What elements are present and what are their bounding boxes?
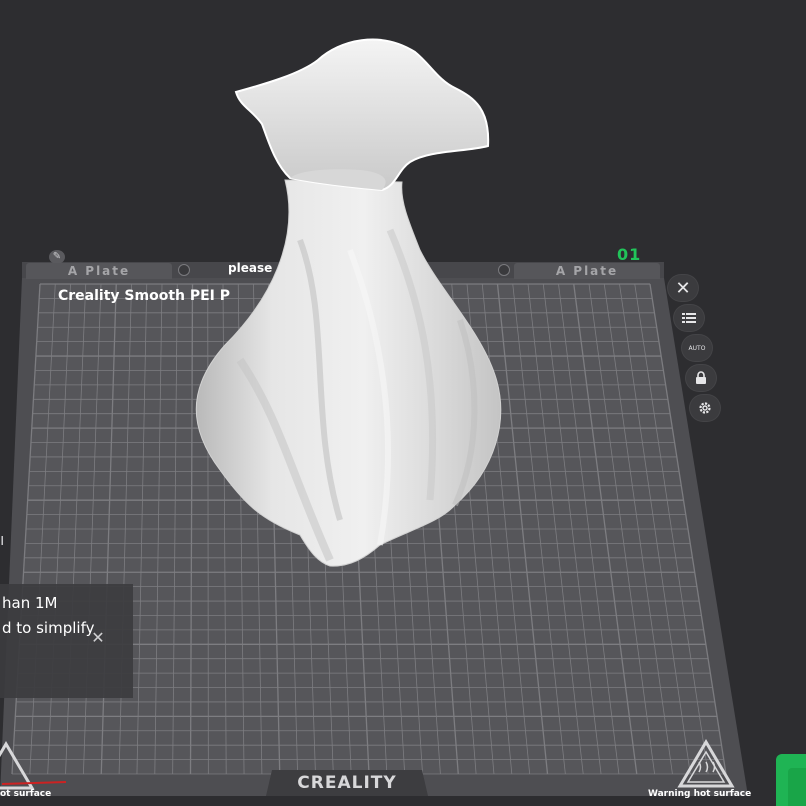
plate-toggle-left[interactable] [178,264,190,276]
plate-toggle-right[interactable] [498,264,510,276]
plate-tab-right[interactable]: A Plate [514,263,660,279]
list-icon[interactable] [674,305,704,331]
slice-button-inner [788,768,806,806]
pencil-icon[interactable]: ✎ [49,250,65,264]
close-icon[interactable]: ✕ [668,275,698,301]
warning-text-left: ot surface [0,789,52,799]
plate-number: 01 [617,245,642,264]
toast-line-1: han 1M [2,594,58,612]
toast-edge-text: ı [0,530,5,549]
auto-arrange-icon[interactable]: AUTO [682,335,712,361]
plate-tab-left[interactable]: A Plate [26,263,172,279]
toast-line-2: d to simplify [2,619,95,637]
close-icon[interactable]: ✕ [88,628,108,648]
auto-label: AUTO [688,344,706,352]
plate-status-text: please [228,261,273,275]
bed-type-label: Creality Smooth PEI P [58,288,231,304]
slice-button[interactable] [776,754,806,806]
lock-icon[interactable] [686,365,716,391]
notification-toast: han 1M d to simplify ✕ [0,584,133,698]
creality-logo: CREALITY [297,773,397,793]
warning-text-right: Warning hot surface [648,789,752,799]
vase-rim [234,38,490,192]
gear-icon[interactable] [690,395,720,421]
